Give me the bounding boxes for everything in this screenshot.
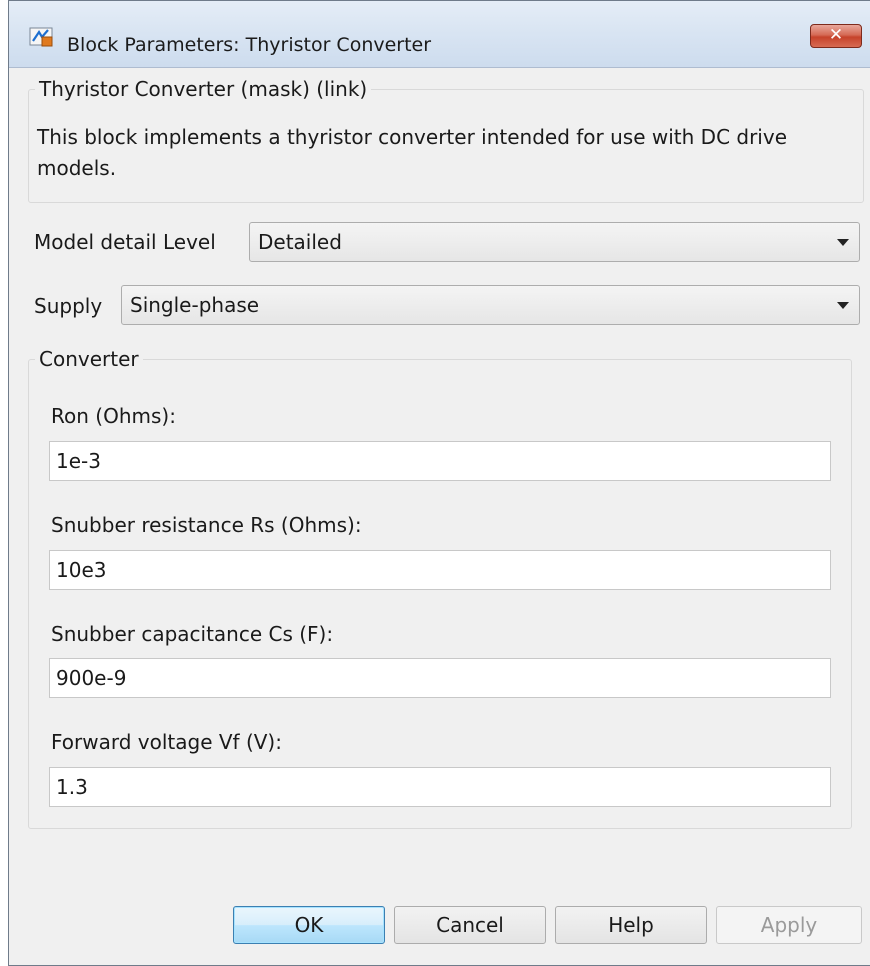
snubber-capacitance-value: 900e-9 bbox=[56, 666, 127, 690]
ron-input[interactable]: 1e-3 bbox=[49, 441, 831, 481]
ron-label: Ron (Ohms): bbox=[51, 404, 176, 428]
block-parameters-dialog: Block Parameters: Thyristor Converter ✕ … bbox=[8, 0, 870, 966]
description-group-legend: Thyristor Converter (mask) (link) bbox=[35, 77, 372, 101]
ok-button[interactable]: OK bbox=[233, 906, 385, 944]
forward-voltage-label: Forward voltage Vf (V): bbox=[51, 730, 282, 754]
cancel-button[interactable]: Cancel bbox=[394, 906, 546, 944]
snubber-resistance-input[interactable]: 10e3 bbox=[49, 550, 831, 590]
snubber-resistance-value: 10e3 bbox=[56, 558, 107, 582]
snubber-capacitance-label: Snubber capacitance Cs (F): bbox=[51, 622, 334, 646]
converter-group-legend: Converter bbox=[35, 347, 143, 371]
supply-value: Single-phase bbox=[130, 293, 260, 317]
close-icon: ✕ bbox=[828, 25, 844, 45]
supply-label: Supply bbox=[34, 294, 103, 318]
model-detail-dropdown[interactable]: Detailed bbox=[249, 222, 860, 262]
close-button[interactable]: ✕ bbox=[810, 24, 862, 48]
help-button[interactable]: Help bbox=[555, 906, 707, 944]
simulink-app-icon bbox=[29, 27, 53, 47]
forward-voltage-input[interactable]: 1.3 bbox=[49, 767, 831, 807]
block-description: This block implements a thyristor conver… bbox=[37, 125, 787, 180]
window-title: Block Parameters: Thyristor Converter bbox=[67, 34, 432, 56]
ron-value: 1e-3 bbox=[56, 449, 101, 473]
model-detail-label: Model detail Level bbox=[34, 230, 216, 254]
apply-button[interactable]: Apply bbox=[716, 906, 862, 944]
converter-group bbox=[28, 359, 852, 829]
snubber-capacitance-input[interactable]: 900e-9 bbox=[49, 658, 831, 698]
title-bar[interactable]: Block Parameters: Thyristor Converter ✕ bbox=[9, 1, 870, 68]
forward-voltage-value: 1.3 bbox=[56, 775, 88, 799]
chevron-down-icon bbox=[837, 239, 849, 246]
model-detail-value: Detailed bbox=[258, 230, 342, 254]
chevron-down-icon bbox=[837, 302, 849, 309]
supply-dropdown[interactable]: Single-phase bbox=[121, 285, 860, 325]
snubber-resistance-label: Snubber resistance Rs (Ohms): bbox=[51, 513, 362, 537]
